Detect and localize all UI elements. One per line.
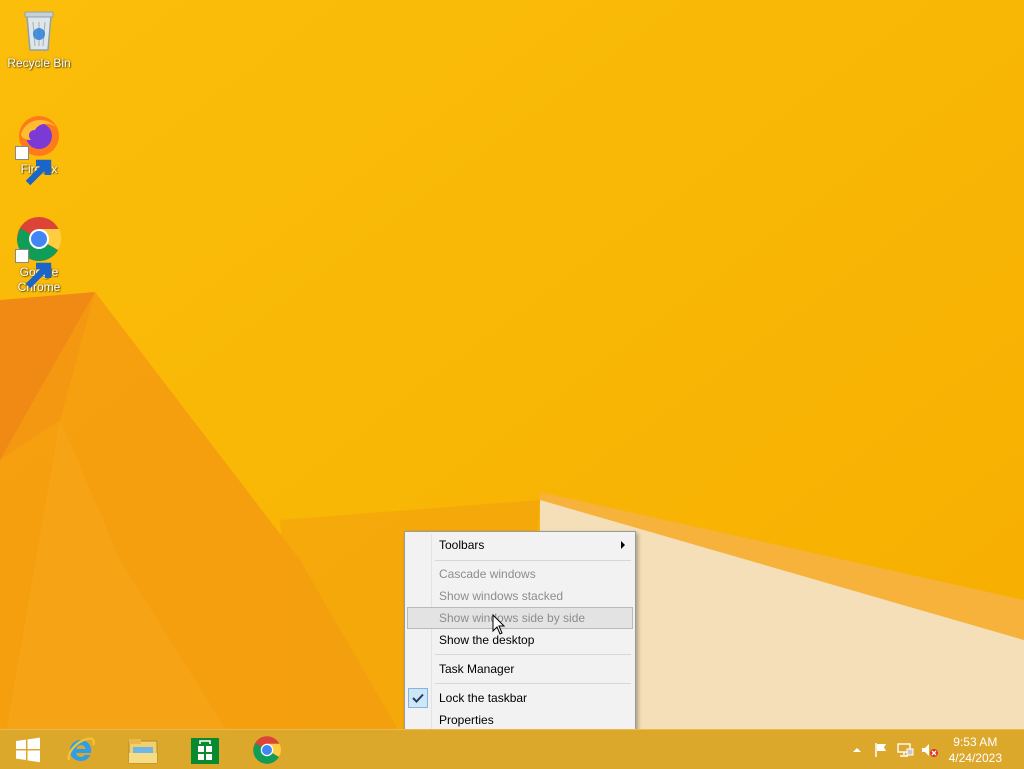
- menu-item-label: Properties: [439, 713, 494, 727]
- network-button[interactable]: [894, 730, 916, 769]
- menu-item-show-windows-stacked[interactable]: Show windows stacked: [407, 585, 633, 607]
- network-icon: [897, 742, 914, 757]
- store-button[interactable]: [177, 730, 233, 769]
- menu-item-label: Cascade windows: [439, 567, 536, 581]
- start-button[interactable]: [0, 730, 56, 769]
- recycle-bin-label: Recycle Bin: [7, 56, 71, 70]
- menu-item-task-manager[interactable]: Task Manager: [407, 658, 633, 680]
- chrome-icon: [253, 735, 281, 764]
- start-icon: [16, 737, 40, 762]
- menu-item-label: Toolbars: [439, 538, 485, 552]
- menu-item-properties[interactable]: Properties: [407, 709, 633, 731]
- menu-separator: [435, 654, 631, 655]
- internet-explorer-button[interactable]: [53, 730, 109, 769]
- volume-button[interactable]: [918, 730, 940, 769]
- menu-item-label: Show the desktop: [439, 633, 535, 647]
- volume-muted-icon: [922, 743, 938, 757]
- show-hidden-icons-button[interactable]: [848, 730, 866, 769]
- menu-item-show-windows-side-by-side[interactable]: Show windows side by side: [407, 607, 633, 629]
- file-explorer-icon: [128, 738, 158, 763]
- checkmark-icon: [408, 688, 428, 708]
- store-icon: [191, 737, 219, 764]
- menu-item-cascade-windows[interactable]: Cascade windows: [407, 563, 633, 585]
- chrome-button[interactable]: [239, 730, 295, 769]
- menu-item-show-the-desktop[interactable]: Show the desktop: [407, 629, 633, 651]
- taskbar: 9:53 AM 4/24/2023: [0, 729, 1024, 769]
- menu-item-toolbars[interactable]: Toolbars: [407, 534, 633, 556]
- action-center-flag-icon: [875, 742, 886, 757]
- show-hidden-icons-arrow-icon: [853, 747, 861, 752]
- firefox-shortcut[interactable]: Firefox: [4, 112, 74, 186]
- menu-item-label: Task Manager: [439, 662, 515, 676]
- menu-item-label: Show windows stacked: [439, 589, 564, 603]
- menu-separator: [435, 683, 631, 684]
- shortcut-arrow-icon: [15, 249, 52, 289]
- shortcut-arrow-icon: [15, 146, 52, 186]
- taskbar-context-menu: Toolbars Cascade windows Show windows st…: [404, 531, 636, 733]
- clock-date: 4/24/2023: [948, 751, 1002, 765]
- google-chrome-shortcut[interactable]: Google Chrome: [4, 215, 74, 295]
- clock-time: 9:53 AM: [953, 735, 998, 749]
- menu-item-label: Lock the taskbar: [439, 691, 528, 705]
- action-center-button[interactable]: [870, 730, 892, 769]
- menu-separator: [435, 560, 631, 561]
- recycle-bin-shortcut[interactable]: Recycle Bin: [4, 6, 74, 71]
- menu-item-lock-the-taskbar[interactable]: Lock the taskbar: [407, 687, 633, 709]
- menu-item-label: Show windows side by side: [439, 611, 586, 625]
- internet-explorer-icon: [67, 737, 95, 761]
- recycle-bin-icon: [24, 11, 54, 51]
- file-explorer-button[interactable]: [115, 730, 171, 769]
- clock-button[interactable]: 9:53 AM 4/24/2023: [949, 734, 1002, 766]
- mouse-cursor-icon: [492, 614, 506, 635]
- submenu-arrow-icon: [621, 541, 625, 549]
